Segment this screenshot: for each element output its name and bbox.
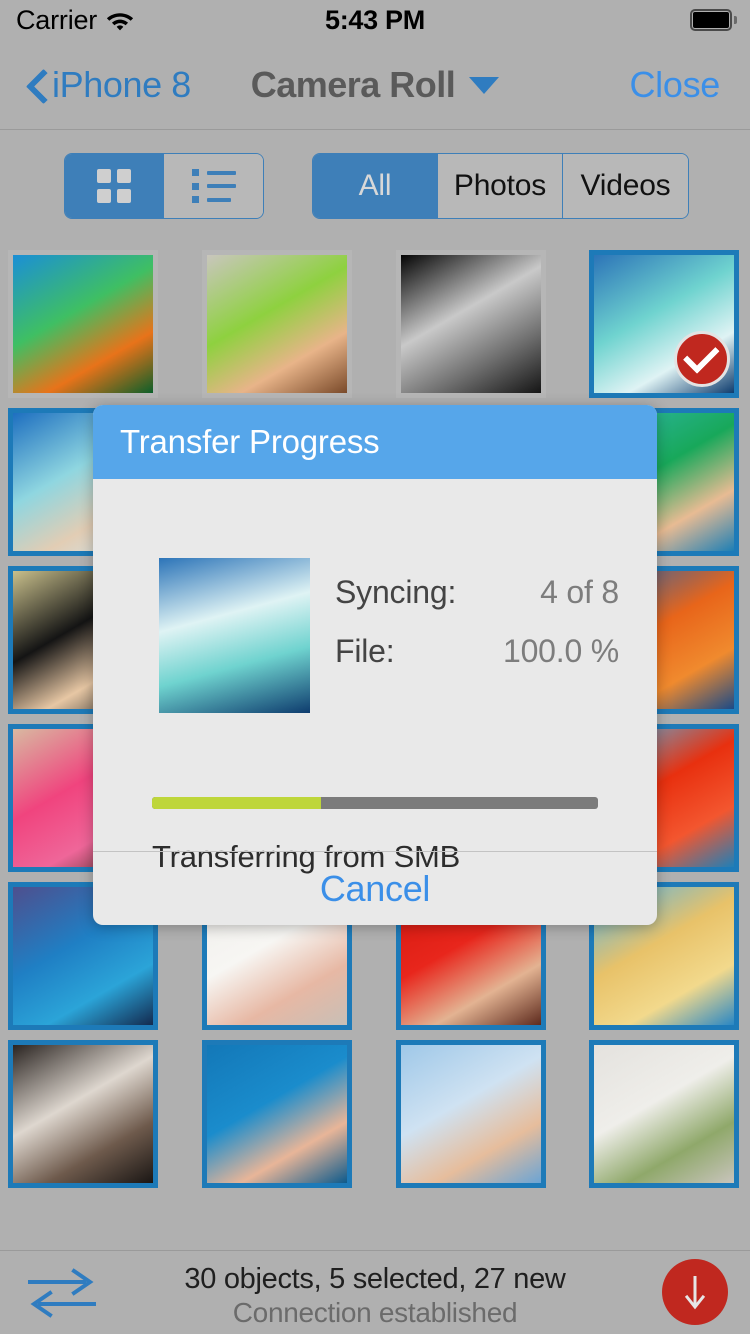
photo-thumbnail (207, 255, 347, 393)
battery-icon (690, 9, 737, 31)
object-count-label: 30 objects, 5 selected, 27 new (184, 1263, 566, 1295)
photo-cell-woman-bw-portrait[interactable] (396, 250, 546, 398)
view-mode-segmented-control (64, 153, 264, 219)
file-label: File: (335, 633, 395, 669)
grid-view-icon (97, 169, 131, 203)
transfer-stat-row: File: 100.0 % (335, 633, 619, 670)
bottom-status-bar: 30 objects, 5 selected, 27 new Connectio… (0, 1250, 750, 1334)
photo-thumbnail (594, 1045, 734, 1183)
close-button[interactable]: Close (629, 40, 720, 130)
photo-thumbnail (207, 1045, 347, 1183)
caret-down-icon (469, 76, 500, 94)
tab-all[interactable]: All (313, 154, 438, 218)
ios-status-bar: Carrier 5:43 PM (0, 0, 750, 40)
progress-bar (152, 797, 598, 809)
photo-cell-surfer-wave[interactable] (589, 250, 739, 398)
navigation-bar: iPhone 8 Camera Roll Close (0, 40, 750, 130)
view-mode-grid-button[interactable] (65, 154, 164, 218)
transfer-progress-dialog: Transfer Progress Syncing: 4 of 8 File: … (93, 405, 657, 925)
syncing-value: 4 of 8 (540, 574, 619, 610)
cancel-button-label: Cancel (319, 867, 431, 909)
photo-cell-baby-green-towel[interactable] (202, 250, 352, 398)
photo-thumbnail (401, 255, 541, 393)
photo-cell-clownfish-anemone[interactable] (8, 250, 158, 398)
progress-bar-fill (152, 797, 322, 809)
transfer-arrows-icon[interactable] (24, 1267, 100, 1319)
photo-thumbnail (401, 1045, 541, 1183)
download-button[interactable] (662, 1259, 728, 1325)
connection-status-label: Connection established (232, 1297, 518, 1328)
filter-segmented-control: All Photos Videos (312, 153, 689, 219)
selection-summary: 30 objects, 5 selected, 27 new Connectio… (120, 1261, 630, 1329)
photo-cell-pale-photo[interactable] (589, 1040, 739, 1188)
transfer-stats: Syncing: 4 of 8 File: 100.0 % (335, 574, 619, 692)
dialog-title: Transfer Progress (120, 423, 380, 460)
view-mode-list-button[interactable] (164, 154, 263, 218)
toolbar: All Photos Videos (0, 131, 750, 241)
page-title: Camera Roll (250, 64, 456, 105)
syncing-label: Syncing: (335, 574, 457, 610)
photo-thumbnail (13, 255, 153, 393)
download-arrow-icon (662, 1259, 728, 1325)
transfer-thumbnail (159, 558, 310, 713)
dialog-header: Transfer Progress (93, 405, 657, 479)
photo-thumbnail (13, 1045, 153, 1183)
cancel-button[interactable]: Cancel (93, 851, 657, 925)
photo-cell-kid-sky-background[interactable] (396, 1040, 546, 1188)
photo-cell-kid-dark-hair[interactable] (8, 1040, 158, 1188)
tab-videos[interactable]: Videos (563, 154, 688, 218)
file-value: 100.0 % (502, 633, 619, 669)
list-view-icon (191, 169, 236, 203)
tab-photos[interactable]: Photos (438, 154, 563, 218)
app-root: Carrier 5:43 PM iPhone 8 Camera Roll Clo… (0, 0, 750, 1334)
clock-label: 5:43 PM (325, 5, 425, 35)
photo-cell-smiling-woman-blue[interactable] (202, 1040, 352, 1188)
dialog-body: Syncing: 4 of 8 File: 100.0 % Transferri… (93, 479, 657, 874)
check-circle-icon (674, 331, 730, 387)
transfer-stat-row: Syncing: 4 of 8 (335, 574, 619, 611)
